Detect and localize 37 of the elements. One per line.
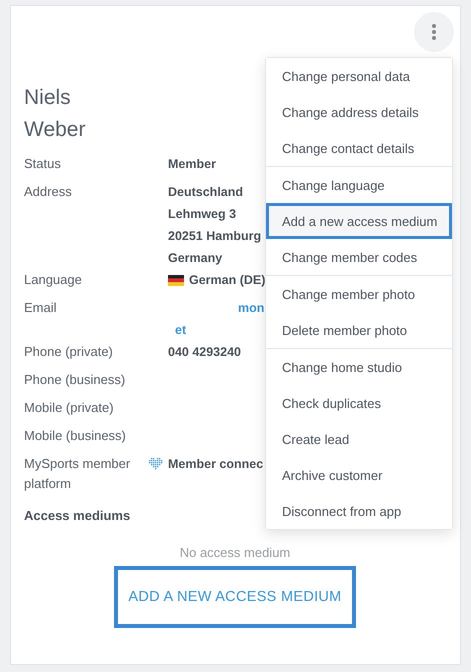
field-label: Email — [24, 299, 58, 317]
flag-icon — [168, 274, 184, 286]
field-label: Mobile (business) — [24, 427, 127, 445]
field-label: Address — [24, 183, 73, 201]
menu-item[interactable]: Change member photo — [266, 276, 452, 312]
field-label: Status — [24, 155, 62, 173]
field-label: MySports member platform — [24, 455, 132, 493]
menu-item[interactable]: Change personal data — [266, 58, 452, 94]
field-label: Language — [24, 271, 83, 289]
field-value: 040 4293240 — [168, 344, 241, 361]
heart-icon — [149, 458, 163, 470]
more-icon — [432, 24, 436, 40]
menu-item[interactable]: Delete member photo — [266, 312, 452, 348]
menu-item[interactable]: Change language — [266, 167, 452, 203]
menu-item[interactable]: Check duplicates — [266, 385, 452, 421]
member-name: Niels Weber — [24, 85, 86, 143]
menu-item[interactable]: Change contact details — [266, 130, 452, 166]
menu-item[interactable]: Create lead — [266, 421, 452, 457]
field-value: Lehmweg 3 — [168, 206, 236, 223]
field-value: 20251 Hamburg — [168, 228, 262, 245]
menu-item[interactable]: Change address details — [266, 94, 452, 130]
empty-message: No access medium — [178, 545, 292, 560]
menu-item[interactable]: Disconnect from app — [266, 493, 452, 529]
field-label: Phone (business) — [24, 371, 126, 389]
field-value: Germany — [168, 250, 222, 267]
field-value: Member connec — [168, 456, 264, 473]
field-value: Member — [168, 156, 216, 173]
more-options-button[interactable] — [414, 12, 454, 52]
menu-item[interactable]: Archive customer — [266, 457, 452, 493]
field-value: Deutschland — [168, 184, 244, 201]
menu-item[interactable]: Change home studio — [266, 349, 452, 385]
menu-item[interactable]: Add a new access medium — [266, 203, 452, 239]
field-value: German (DE) — [189, 272, 266, 289]
section-title: Access mediums — [24, 508, 130, 523]
field-label: Phone (private) — [24, 343, 114, 361]
menu-item[interactable]: Change member codes — [266, 239, 452, 275]
field-label: Mobile (private) — [24, 399, 115, 417]
